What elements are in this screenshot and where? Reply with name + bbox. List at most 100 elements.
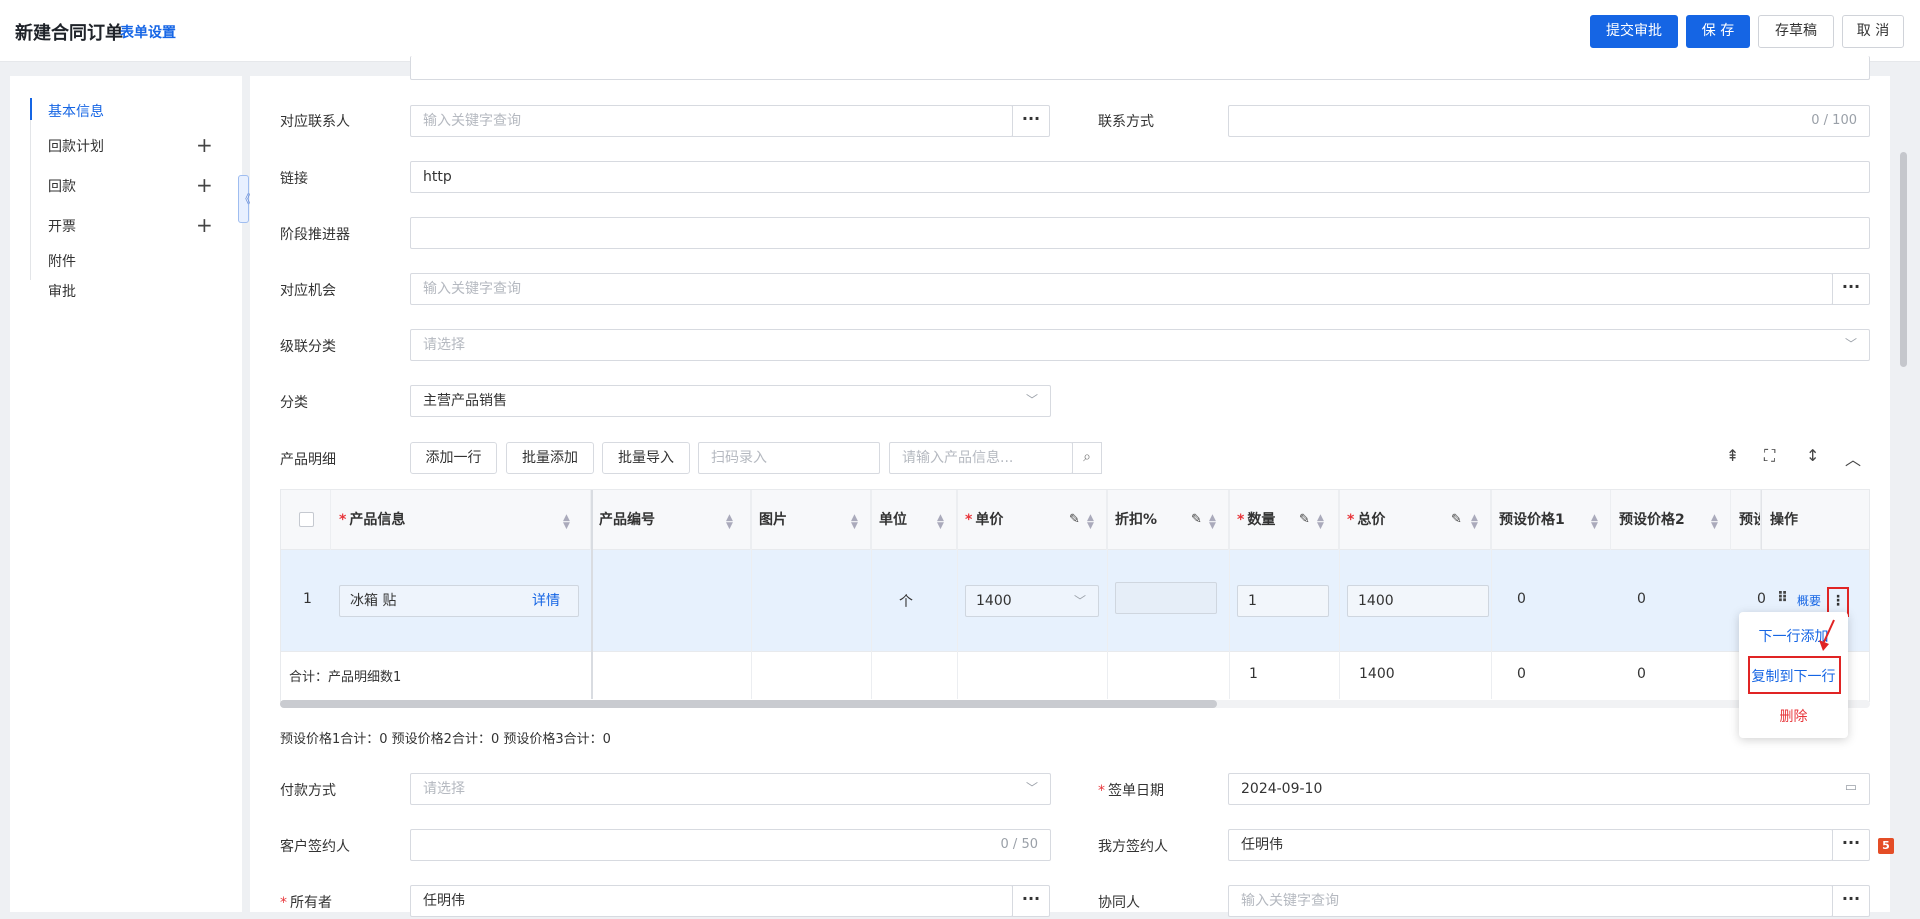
html5-badge-icon: 5 bbox=[1878, 838, 1894, 854]
product-search-input[interactable]: 请输入产品信息... bbox=[889, 442, 1073, 474]
submit-approval-button[interactable]: 提交审批 bbox=[1590, 15, 1678, 48]
header-unit[interactable]: 单位 ▲ ▼ bbox=[871, 490, 957, 550]
sort-icon[interactable]: ▲ ▼ bbox=[563, 514, 570, 531]
header-price[interactable]: * 单价 ✎ ▲ ▼ bbox=[957, 490, 1107, 550]
cascade-select[interactable]: 请选择 ﹀ bbox=[410, 329, 1870, 361]
form-settings-link[interactable]: 表单设置 bbox=[120, 22, 176, 42]
opportunity-picker-button[interactable]: ··· bbox=[1832, 273, 1870, 305]
owner-picker-button[interactable]: ··· bbox=[1012, 885, 1050, 917]
header-product-no[interactable]: 产品编号 ▲ ▼ bbox=[591, 490, 751, 550]
collapse-sidebar-icon[interactable]: 《 bbox=[238, 175, 251, 223]
add-invoice-icon[interactable]: + bbox=[196, 215, 213, 235]
preset1-cell: 0 bbox=[1517, 591, 1526, 607]
select-all-checkbox[interactable] bbox=[299, 512, 314, 527]
cancel-button[interactable]: 取 消 bbox=[1842, 15, 1904, 48]
category-select[interactable]: 主营产品销售 ﹀ bbox=[410, 385, 1051, 417]
products-label: 产品明细 bbox=[280, 452, 336, 468]
price-select[interactable]: 1400 ﹀ bbox=[965, 585, 1099, 617]
header-qty[interactable]: * 数量 ✎ ▲ ▼ bbox=[1229, 490, 1339, 550]
search-icon[interactable]: ⌕ bbox=[1072, 442, 1102, 474]
sign-date-input[interactable]: 2024-09-10 ▭ bbox=[1228, 773, 1870, 805]
table-row: 1 冰箱 贴详情 个 1400 ﹀ 1 1400 0 0 0 ⠿ 概要 ⋮ bbox=[281, 550, 1869, 651]
select-all-cell bbox=[281, 490, 331, 550]
calendar-icon[interactable]: ▭ bbox=[1845, 774, 1857, 803]
edit-icon[interactable]: ✎ bbox=[1191, 490, 1202, 550]
field-top-partial[interactable] bbox=[410, 56, 1870, 80]
stage-input[interactable] bbox=[410, 217, 1870, 249]
collapse-up-icon[interactable]: ︿ bbox=[1845, 446, 1861, 470]
sidebar-item-approval[interactable]: 审批 bbox=[48, 281, 76, 301]
chevron-down-icon: ﹀ bbox=[1844, 337, 1857, 351]
sort-icon[interactable]: ▲ ▼ bbox=[1591, 514, 1598, 531]
save-draft-button[interactable]: 存草稿 bbox=[1758, 15, 1834, 48]
sidebar-item-payment-plan[interactable]: 回款计划 bbox=[48, 136, 104, 156]
our-signer-input[interactable]: 任明伟 bbox=[1228, 829, 1833, 861]
link-label: 链接 bbox=[280, 171, 308, 187]
sidebar-item-attachment[interactable]: 附件 bbox=[48, 251, 76, 271]
contact-label: 对应联系人 bbox=[280, 114, 350, 130]
preset3-cell: 0 bbox=[1757, 591, 1766, 607]
vertical-scrollbar[interactable] bbox=[1900, 152, 1907, 367]
opportunity-input[interactable]: 输入关键字查询 bbox=[410, 273, 1833, 305]
contact-picker-button[interactable]: ··· bbox=[1012, 105, 1050, 137]
horizontal-scrollbar[interactable] bbox=[280, 700, 1217, 708]
header-ops: 操作 bbox=[1761, 490, 1869, 550]
link-input[interactable]: http bbox=[410, 161, 1870, 193]
sidebar-item-basic-info[interactable]: 基本信息 bbox=[48, 101, 104, 121]
summary-link[interactable]: 概要 bbox=[1797, 592, 1821, 609]
owner-input[interactable]: 任明伟 bbox=[410, 885, 1013, 917]
total-input[interactable]: 1400 bbox=[1347, 585, 1489, 617]
add-payment-plan-icon[interactable]: + bbox=[196, 135, 213, 155]
batch-import-button[interactable]: 批量导入 bbox=[602, 442, 690, 474]
sort-icon[interactable]: ▲ ▼ bbox=[1087, 514, 1094, 531]
sort-icon[interactable]: ▲ ▼ bbox=[937, 514, 944, 531]
header-product-info[interactable]: * 产品信息 ▲ ▼ bbox=[331, 490, 591, 550]
sort-icon[interactable]: ▲ ▼ bbox=[1317, 514, 1324, 531]
sort-icon[interactable]: ▲ ▼ bbox=[1471, 514, 1478, 531]
scan-input[interactable]: 扫码录入 bbox=[698, 442, 880, 474]
sort-icon[interactable]: ▲ ▼ bbox=[1209, 514, 1216, 531]
qty-input[interactable]: 1 bbox=[1237, 585, 1329, 617]
collaborator-picker-button[interactable]: ··· bbox=[1832, 885, 1870, 917]
customer-signer-label: 客户签约人 bbox=[280, 839, 350, 855]
fullscreen-icon[interactable]: ⛶ bbox=[1764, 446, 1775, 466]
edit-icon[interactable]: ✎ bbox=[1299, 490, 1310, 550]
product-detail-link[interactable]: 详情 bbox=[532, 586, 560, 616]
phone-input[interactable]: 0 / 100 bbox=[1228, 105, 1870, 137]
delete-row-option[interactable]: 删除 bbox=[1739, 706, 1848, 726]
header-preset2[interactable]: 预设价格2 ▲ ▼ bbox=[1611, 490, 1731, 550]
save-button[interactable]: 保 存 bbox=[1686, 15, 1750, 48]
expand-vertical-icon[interactable]: ↕ bbox=[1806, 446, 1819, 465]
contact-input[interactable]: 输入关键字查询 bbox=[410, 105, 1013, 137]
row-height-icon[interactable]: ⇞ bbox=[1726, 446, 1739, 465]
payment-method-label: 付款方式 bbox=[280, 783, 336, 799]
header-total[interactable]: * 总价 ✎ ▲ ▼ bbox=[1339, 490, 1491, 550]
our-signer-picker-button[interactable]: ··· bbox=[1832, 829, 1870, 861]
sort-icon[interactable]: ▲ ▼ bbox=[851, 514, 858, 531]
arrow-annotation-icon bbox=[1819, 619, 1835, 651]
collaborator-input[interactable]: 输入关键字查询 bbox=[1228, 885, 1833, 917]
sign-date-label: * 签单日期 bbox=[1098, 783, 1164, 799]
sidebar-item-invoice[interactable]: 开票 bbox=[48, 216, 76, 236]
payment-method-select[interactable]: 请选择 ﹀ bbox=[410, 773, 1051, 805]
sidebar-item-payment[interactable]: 回款 bbox=[48, 176, 76, 196]
batch-add-button[interactable]: 批量添加 bbox=[506, 442, 594, 474]
edit-icon[interactable]: ✎ bbox=[1069, 490, 1080, 550]
add-payment-icon[interactable]: + bbox=[196, 175, 213, 195]
drag-handle-icon[interactable]: ⠿ bbox=[1777, 590, 1788, 606]
header-preset1[interactable]: 预设价格1 ▲ ▼ bbox=[1491, 490, 1611, 550]
our-signer-label: 我方签约人 bbox=[1098, 839, 1168, 855]
product-info-field[interactable]: 冰箱 贴详情 bbox=[339, 585, 579, 617]
add-row-button[interactable]: 添加一行 bbox=[410, 442, 497, 474]
customer-signer-input[interactable]: 0 / 50 bbox=[410, 829, 1051, 861]
header-image[interactable]: 图片 ▲ ▼ bbox=[751, 490, 871, 550]
edit-icon[interactable]: ✎ bbox=[1451, 490, 1462, 550]
header-preset3[interactable]: 预设 bbox=[1731, 490, 1761, 550]
sidebar-track bbox=[30, 98, 31, 280]
sort-icon[interactable]: ▲ ▼ bbox=[1711, 514, 1718, 531]
sort-icon[interactable]: ▲ ▼ bbox=[726, 514, 733, 531]
discount-input[interactable] bbox=[1115, 582, 1217, 614]
footer-qty: 1 bbox=[1249, 666, 1258, 682]
header-discount[interactable]: 折扣% ✎ ▲ ▼ bbox=[1107, 490, 1229, 550]
owner-label: * 所有者 bbox=[280, 895, 332, 911]
